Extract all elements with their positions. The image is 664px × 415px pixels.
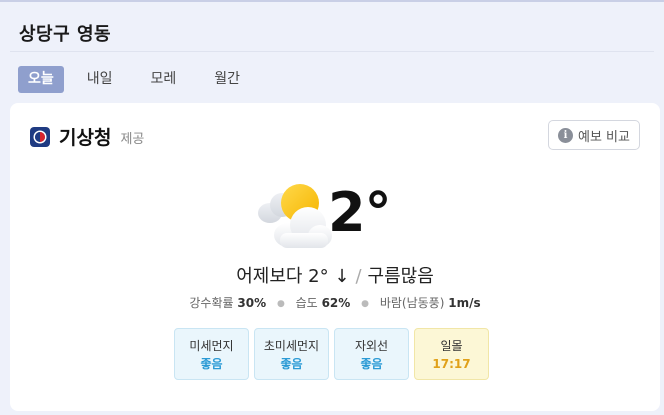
weather-condition: 구름많음 [367,266,434,287]
provider-suffix: 제공 [120,132,145,147]
divider [10,51,654,52]
humidity-value: 62% [321,296,351,310]
chip-label: 자외선 [354,339,389,353]
weather-card: 기상청 제공 i 예보 비교 2° 어제보다 2° ↓ / 구름많음 강수확률 … [10,103,660,411]
forecast-compare-label: 예보 비교 [578,129,630,145]
provider: 기상청 제공 [30,123,144,150]
chip-value: 좋음 [360,357,383,371]
provider-name: 기상청 [59,127,112,149]
dot-separator: ● [361,298,369,309]
precip-label: 강수확률 [189,296,234,310]
wind-value: 1m/s [448,296,481,310]
chip-label: 초미세먼지 [263,339,320,353]
weather-details: 강수확률 30% ● 습도 62% ● 바람(남동풍) 1m/s [10,294,660,311]
summary-separator: / [355,266,362,287]
partly-cloudy-icon [258,184,332,248]
tab-monthly[interactable]: 월간 [199,66,255,93]
weather-summary: 어제보다 2° ↓ / 구름많음 [10,262,660,288]
forecast-compare-button[interactable]: i 예보 비교 [548,120,640,150]
top-border [0,0,664,2]
wind-label: 바람(남동풍) [379,296,445,310]
current-temperature: 2° [328,181,392,244]
day-tabs: 오늘 내일 모레 월간 [18,66,263,93]
humidity-label: 습도 [295,296,318,310]
tab-tomorrow[interactable]: 내일 [72,66,128,93]
chip-value: 좋음 [280,357,303,371]
location-title: 상당구 영동 [19,24,112,45]
yesterday-compare: 어제보다 2° ↓ [236,266,350,287]
tab-today[interactable]: 오늘 [18,66,64,93]
chip-uv[interactable]: 자외선 좋음 [334,328,409,380]
info-icon: i [558,127,573,143]
precip-value: 30% [237,296,267,310]
chip-value: 좋음 [200,357,223,371]
tab-day-after-tomorrow[interactable]: 모레 [136,66,192,93]
chip-value: 17:17 [432,357,471,371]
chip-label: 미세먼지 [189,339,234,353]
chip-fine-dust[interactable]: 미세먼지 좋음 [174,328,249,380]
dot-separator: ● [276,298,285,309]
air-quality-chips: 미세먼지 좋음 초미세먼지 좋음 자외선 좋음 일몰 17:17 [174,328,489,380]
chip-label: 일몰 [440,339,463,353]
chip-sunset[interactable]: 일몰 17:17 [414,328,489,380]
kma-logo-icon [30,126,50,147]
chip-ultrafine-dust[interactable]: 초미세먼지 좋음 [254,328,329,380]
